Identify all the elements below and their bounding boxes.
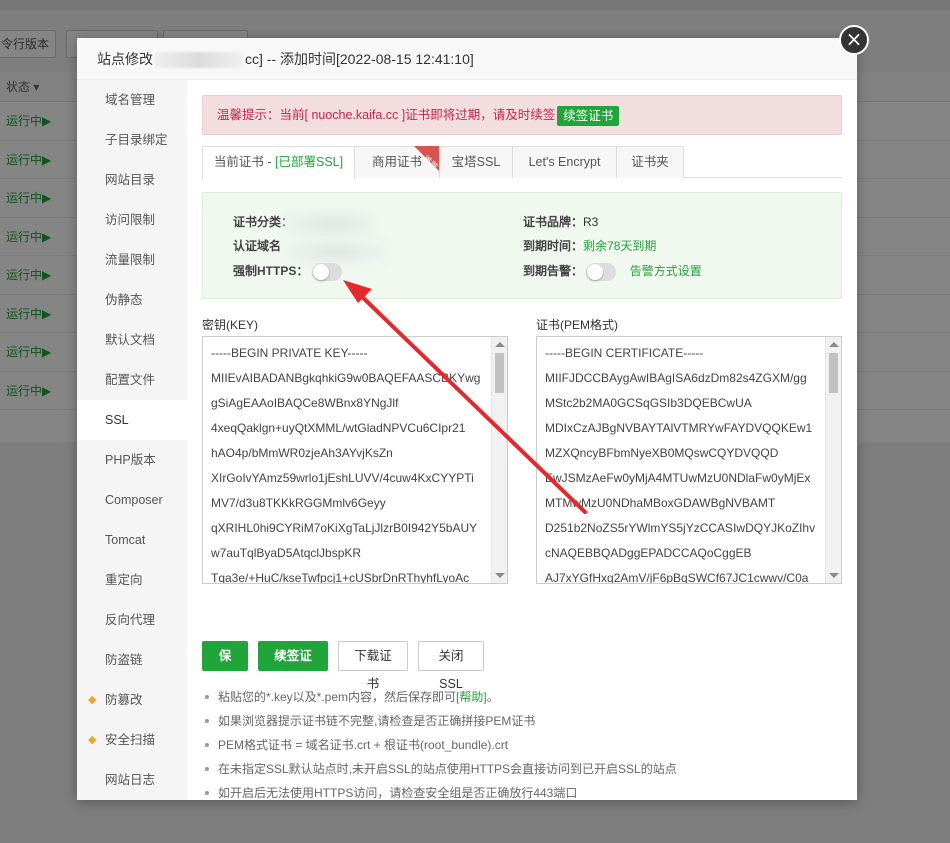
- expiry-alert: 温馨提示：当前[ nuoche.kaifa.cc ]证书即将过期，请及时续签 续签…: [202, 95, 842, 135]
- modal-title-prefix: 站点修改: [97, 51, 153, 67]
- key-line: XIrGoIvYAmz59wrlo1jEshLUVV/4cuw4KxCYYPTi: [211, 471, 474, 485]
- cert-line: MTMwMzU0NDhaMBoxGDAWBgNVBAMT: [545, 496, 776, 510]
- cert-line: D251b2NoZS5rYWlmYS5jYzCCASIwDQYJKoZIhv: [545, 521, 816, 535]
- diamond-icon: ◆: [88, 734, 97, 746]
- cert-label: 证书(PEM格式): [536, 318, 618, 332]
- tab-current-cert[interactable]: 当前证书 - [已部署SSL]: [202, 146, 355, 179]
- sidebar-item-default-doc[interactable]: 默认文档: [77, 320, 187, 360]
- help-link[interactable]: [帮助]: [456, 690, 487, 704]
- sidebar-item-config[interactable]: 配置文件: [77, 360, 187, 400]
- sidebar-item-ssl[interactable]: SSL: [77, 400, 187, 440]
- ssl-tips: 粘贴您的*.key以及*.pem内容，然后保存即可[帮助]。 如果浏览器提示证书…: [202, 685, 842, 805]
- key-line: MIIEvAIBADANBgkqhkiG9w0BAQEFAASCBKYwg: [211, 371, 481, 385]
- key-line: 4xeqQaklgn+uyQtXMML/wtGladNPVCu6CIpr21: [211, 421, 466, 435]
- sidebar-item-redirect[interactable]: 重定向: [77, 560, 187, 600]
- diamond-icon: ◆: [88, 694, 97, 706]
- key-line: -----BEGIN PRIVATE KEY-----: [211, 346, 368, 360]
- key-label: 密钥(KEY): [202, 318, 259, 332]
- sidebar-item-hotlink[interactable]: 防盗链: [77, 640, 187, 680]
- cert-line: EwJSMzAeFw0yMjA4MTUwMzU0NDlaFw0yMjEx: [545, 471, 811, 485]
- key-line: MV7/d3u8TKKkRGGMmlv6Geyy: [211, 496, 386, 510]
- tip-item: 粘贴您的*.key以及*.pem内容，然后保存即可[帮助]。: [202, 685, 842, 709]
- sidebar-item-logs[interactable]: 网站日志: [77, 760, 187, 800]
- alert-renew-button[interactable]: 续签证书: [557, 105, 620, 126]
- ssl-tabs: 当前证书 - [已部署SSL] 商用证书 推荐 宝塔SSL Let's Encr…: [202, 146, 842, 179]
- alarm-settings-link[interactable]: 告警方式设置: [630, 264, 702, 278]
- cert-line: AJ7xYGfHxg2AmV/jF6pBqSWCf67JC1cwwv/C0a: [545, 571, 809, 584]
- sidebar-item-subdir[interactable]: 子目录绑定: [77, 120, 187, 160]
- sidebar-item-traffic-limit[interactable]: 流量限制: [77, 240, 187, 280]
- force-https-toggle[interactable]: [311, 262, 342, 281]
- cert-brand-row: 证书品牌：R3: [523, 215, 599, 229]
- private-key-textarea[interactable]: -----BEGIN PRIVATE KEY----- MIIEvAIBADANB…: [202, 336, 508, 584]
- renew-cert-button[interactable]: 续签证书: [258, 641, 328, 691]
- cert-scrollbar[interactable]: [825, 337, 841, 583]
- cert-line: MZXQncyBFbmNyeXB0MQswCQYDVQQD: [545, 446, 779, 460]
- expire-alarm-toggle[interactable]: [586, 262, 617, 281]
- key-line: hAO4p/bMmWR0zjeAh3AYvjKsZn: [211, 446, 393, 460]
- tab-baota-ssl[interactable]: 宝塔SSL: [439, 146, 513, 178]
- cert-expire-row: 到期时间：剩余78天到期: [523, 239, 657, 253]
- sidebar-item-access-limit[interactable]: 访问限制: [77, 200, 187, 240]
- expire-alarm-row: 到期告警： 告警方式设置: [523, 262, 702, 281]
- certificate-textarea[interactable]: -----BEGIN CERTIFICATE----- MIIFJDCCBAygA…: [536, 336, 842, 584]
- cert-line: cNAQEBBQADggEPADCCAQoCggEB: [545, 546, 752, 560]
- tab-cert-folder[interactable]: 证书夹: [616, 146, 684, 178]
- force-https-row: 强制HTTPS：: [233, 262, 342, 281]
- blurred-domain-value: [285, 209, 385, 265]
- modal-title-suffix: cc] -- 添加时间[2022-08-15 12:41:10]: [245, 51, 474, 67]
- sidebar-item-security-scan[interactable]: ◆ 安全扫描: [77, 720, 187, 760]
- key-line: qXRIHL0hi9CYRiM7oKiXgTaLjJlzrB0I942Y5bAU…: [211, 521, 478, 535]
- cert-line: MIIFJDCCBAygAwIBAgISA6dzDm82s4ZGXM/gg: [545, 371, 807, 385]
- modal-sidebar: 域名管理 子目录绑定 网站目录 访问限制 流量限制 伪静态 默认文档 配置文件 …: [77, 80, 187, 800]
- alert-text: 温馨提示：当前[ nuoche.kaifa.cc ]证书即将过期，请及时续签: [217, 108, 556, 122]
- tip-item: 如开启后无法使用HTTPS访问，请检查安全组是否正确放行443端口: [202, 781, 842, 805]
- tip-item: 在未指定SSL默认站点时,未开启SSL的站点使用HTTPS会直接访问到已开启SS…: [202, 757, 842, 781]
- key-line: w7auTqlByaD5AtqclJbspKR: [211, 546, 362, 560]
- key-line: Tqa3e/+HuC/kseTwfpcj1+cUSbrDnRThyhfLyoAc: [211, 571, 470, 584]
- blurred-domain: [155, 52, 243, 69]
- sidebar-item-composer[interactable]: Composer: [77, 480, 187, 520]
- cert-domain-row: 认证域名: [233, 239, 282, 253]
- save-button[interactable]: 保存: [202, 641, 248, 691]
- close-ssl-button[interactable]: 关闭SSL: [418, 641, 484, 691]
- sidebar-item-rewrite[interactable]: 伪静态: [77, 280, 187, 320]
- sidebar-item-proxy[interactable]: 反向代理: [77, 600, 187, 640]
- tip-item: 如果浏览器提示证书链不完整,请检查是否正确拼接PEM证书: [202, 709, 842, 733]
- tab-commercial-cert[interactable]: 商用证书 推荐: [354, 146, 440, 178]
- download-cert-button[interactable]: 下载证书: [338, 641, 408, 691]
- site-edit-modal: 站点修改 cc] -- 添加时间[2022-08-15 12:41:10] 域名管…: [77, 38, 857, 800]
- sidebar-item-site-dir[interactable]: 网站目录: [77, 160, 187, 200]
- sidebar-item-domain[interactable]: 域名管理: [77, 80, 187, 120]
- cert-info-panel: 证书分类：L 认证域名 强制HTTPS： 证书品牌：R3 到期时间：剩余78天到…: [202, 192, 842, 299]
- key-line: gSiAgEAAoIBAQCe8WBnx8YNgJlf: [211, 396, 399, 410]
- cert-line: MDIxCzAJBgNVBAYTAlVTMRYwFAYDVQQKEw1: [545, 421, 813, 435]
- sidebar-item-php[interactable]: PHP版本: [77, 440, 187, 480]
- modal-title: 站点修改 cc] -- 添加时间[2022-08-15 12:41:10]: [77, 38, 857, 80]
- sidebar-item-tamper[interactable]: ◆ 防篡改: [77, 680, 187, 720]
- close-icon[interactable]: ×: [839, 25, 869, 55]
- sidebar-item-tomcat[interactable]: Tomcat: [77, 520, 187, 560]
- cert-line: MStc2b2MA0GCSqGSIb3DQEBCwUA: [545, 396, 752, 410]
- tip-item: PEM格式证书 = 域名证书.crt + 根证书(root_bundle).cr…: [202, 733, 842, 757]
- key-scrollbar[interactable]: [491, 337, 507, 583]
- cert-line: -----BEGIN CERTIFICATE-----: [545, 346, 704, 360]
- tab-lets-encrypt[interactable]: Let's Encrypt: [512, 146, 617, 178]
